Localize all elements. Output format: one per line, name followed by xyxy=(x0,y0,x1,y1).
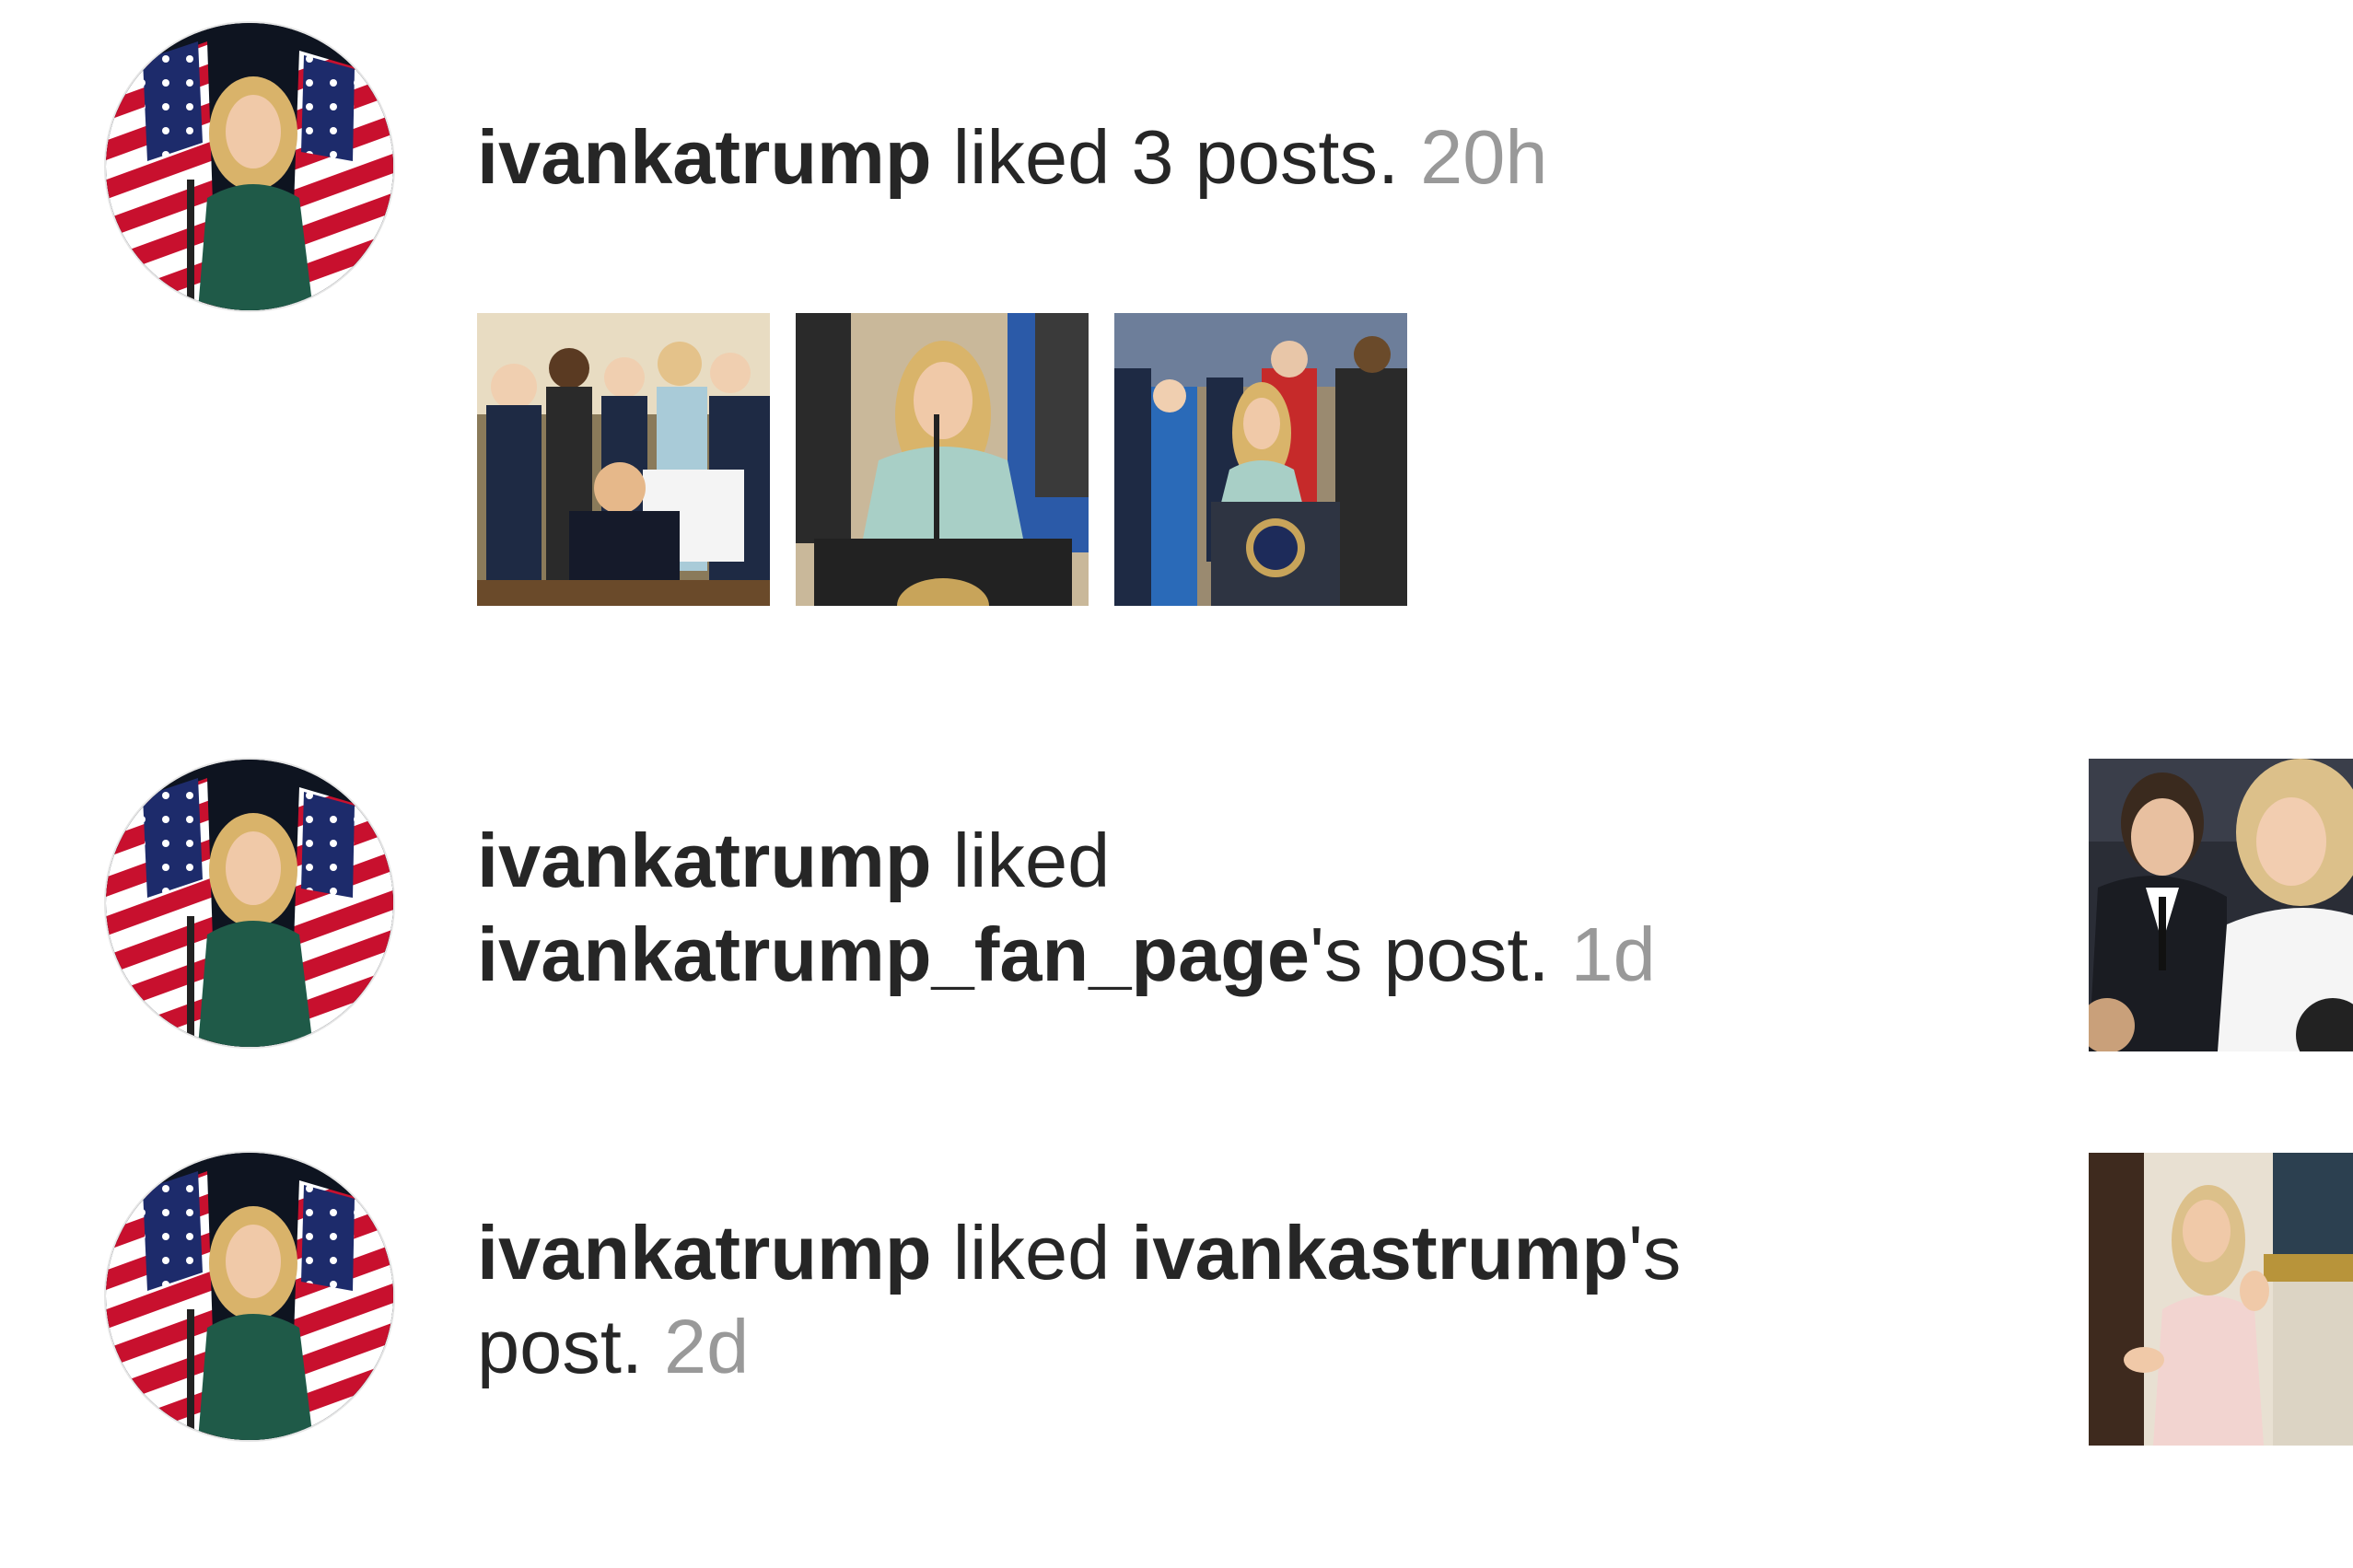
activity-suffix: 's post. xyxy=(1310,912,1571,997)
activity-text: ivankatrump liked ivankatrump_fan_page's … xyxy=(477,814,1656,1002)
avatar[interactable] xyxy=(106,23,393,310)
post-photo-icon xyxy=(477,313,770,606)
post-photo-icon xyxy=(796,313,1089,606)
username-link[interactable]: ivankatrump xyxy=(477,818,932,903)
timestamp: 2d xyxy=(664,1304,750,1389)
profile-photo-icon xyxy=(106,760,393,1047)
post-photo-icon xyxy=(2089,1153,2353,1446)
activity-action: liked 3 posts. xyxy=(931,114,1421,200)
activity-item: ivankatrump liked ivankastrump's post. 2d xyxy=(0,1132,2353,1501)
post-thumbnail[interactable] xyxy=(2089,759,2353,1051)
activity-item: ivankatrump liked ivankatrump_fan_page's … xyxy=(0,737,2353,1068)
activity-text: ivankatrump liked 3 posts. 20h xyxy=(477,110,1548,204)
post-thumbnail[interactable] xyxy=(796,313,1089,606)
post-thumbnail[interactable] xyxy=(2089,1153,2353,1446)
activity-feed: ivankatrump liked 3 posts. 20h ivankatru… xyxy=(0,0,2353,1568)
username-link[interactable]: ivankatrump xyxy=(477,1210,932,1295)
profile-photo-icon xyxy=(106,23,393,310)
activity-action: liked xyxy=(931,1210,1132,1295)
target-username-link[interactable]: ivankatrump_fan_page xyxy=(477,912,1310,997)
post-photo-icon xyxy=(2089,759,2353,1051)
avatar[interactable] xyxy=(106,760,393,1047)
liked-posts-thumbnails xyxy=(477,313,1407,606)
username-link[interactable]: ivankatrump xyxy=(477,114,932,200)
post-photo-icon xyxy=(1114,313,1407,606)
timestamp: 1d xyxy=(1570,912,1656,997)
target-username-link[interactable]: ivankastrump xyxy=(1131,1210,1628,1295)
post-thumbnail[interactable] xyxy=(1114,313,1407,606)
timestamp: 20h xyxy=(1420,114,1548,200)
profile-photo-icon xyxy=(106,1153,393,1440)
activity-suffix: post. xyxy=(477,1304,665,1389)
post-thumbnail[interactable] xyxy=(477,313,770,606)
activity-action: liked xyxy=(931,818,1111,903)
avatar[interactable] xyxy=(106,1153,393,1440)
activity-item: ivankatrump liked 3 posts. 20h xyxy=(0,0,2353,681)
activity-suffix: 's xyxy=(1628,1210,1682,1295)
activity-text: ivankatrump liked ivankastrump's post. 2d xyxy=(477,1206,1681,1394)
